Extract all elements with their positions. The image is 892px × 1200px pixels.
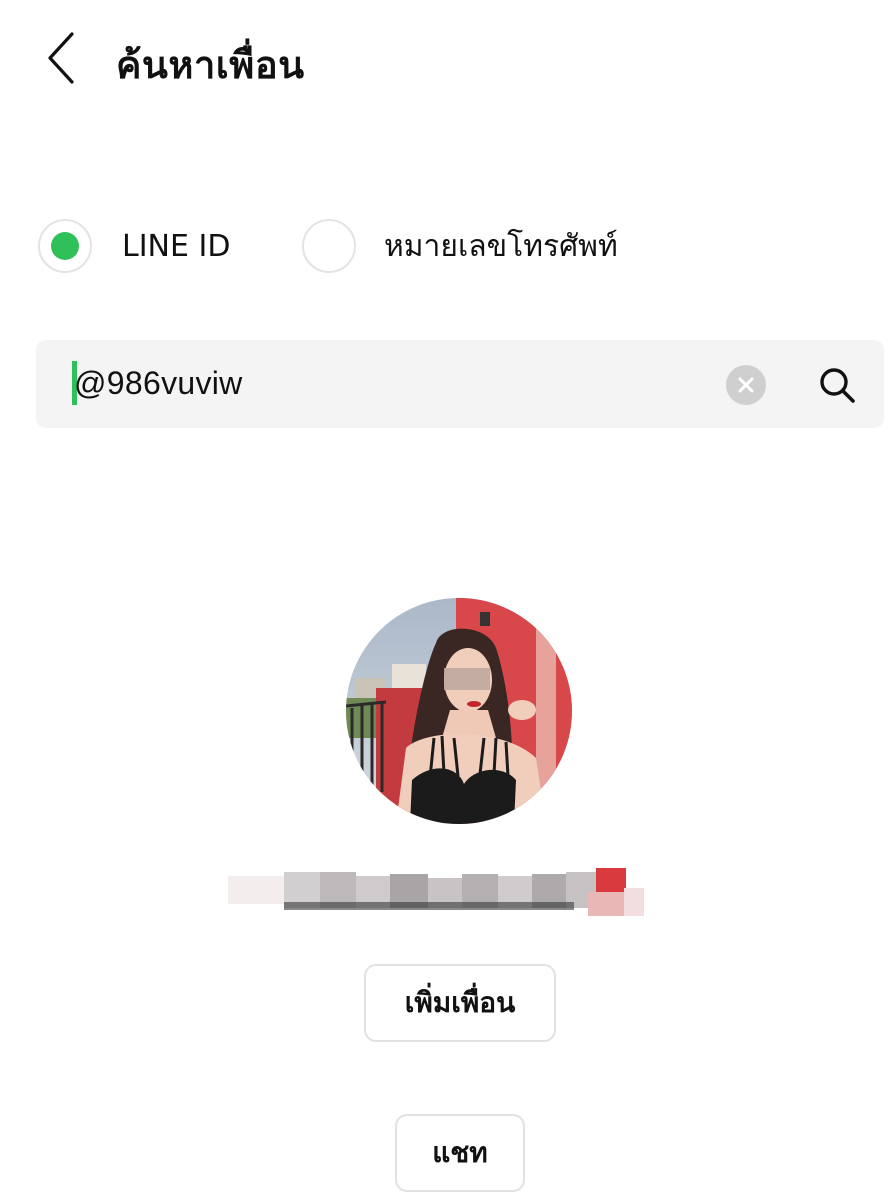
header-bar: ค้นหาเพื่อน [0,0,892,120]
radio-label-line-id: LINE ID [122,228,231,264]
pixelation-block [588,892,624,916]
radio-button-unselected[interactable] [302,219,356,273]
pixelation-block [624,888,644,916]
display-name-censored [228,862,648,922]
pixelation-block [228,876,284,904]
radio-selected-dot [51,232,79,260]
back-button[interactable] [40,28,90,88]
profile-photo [346,598,572,824]
radio-button-selected[interactable] [38,219,92,273]
profile-avatar[interactable] [346,598,572,824]
search-type-selector: LINE ID หมายเลขโทรศัพท์ [38,216,838,276]
clear-button[interactable] [726,365,766,405]
pixelation-block [596,868,626,892]
add-friend-button[interactable]: เพิ่มเพื่อน [364,964,556,1042]
search-icon [820,368,855,403]
pixelation-block [284,902,574,910]
search-input[interactable] [74,358,714,408]
chat-button[interactable]: แชท [395,1114,525,1192]
page-title: ค้นหาเพื่อน [116,43,305,87]
search-button[interactable] [816,364,858,406]
radio-option-line-id[interactable]: LINE ID [38,216,230,276]
radio-option-phone-number[interactable]: หมายเลขโทรศัพท์ [302,216,618,276]
clear-icon [738,377,754,393]
radio-label-phone-number: หมายเลขโทรศัพท์ [384,228,618,264]
search-bar [36,340,884,428]
chevron-left-icon [48,32,74,84]
